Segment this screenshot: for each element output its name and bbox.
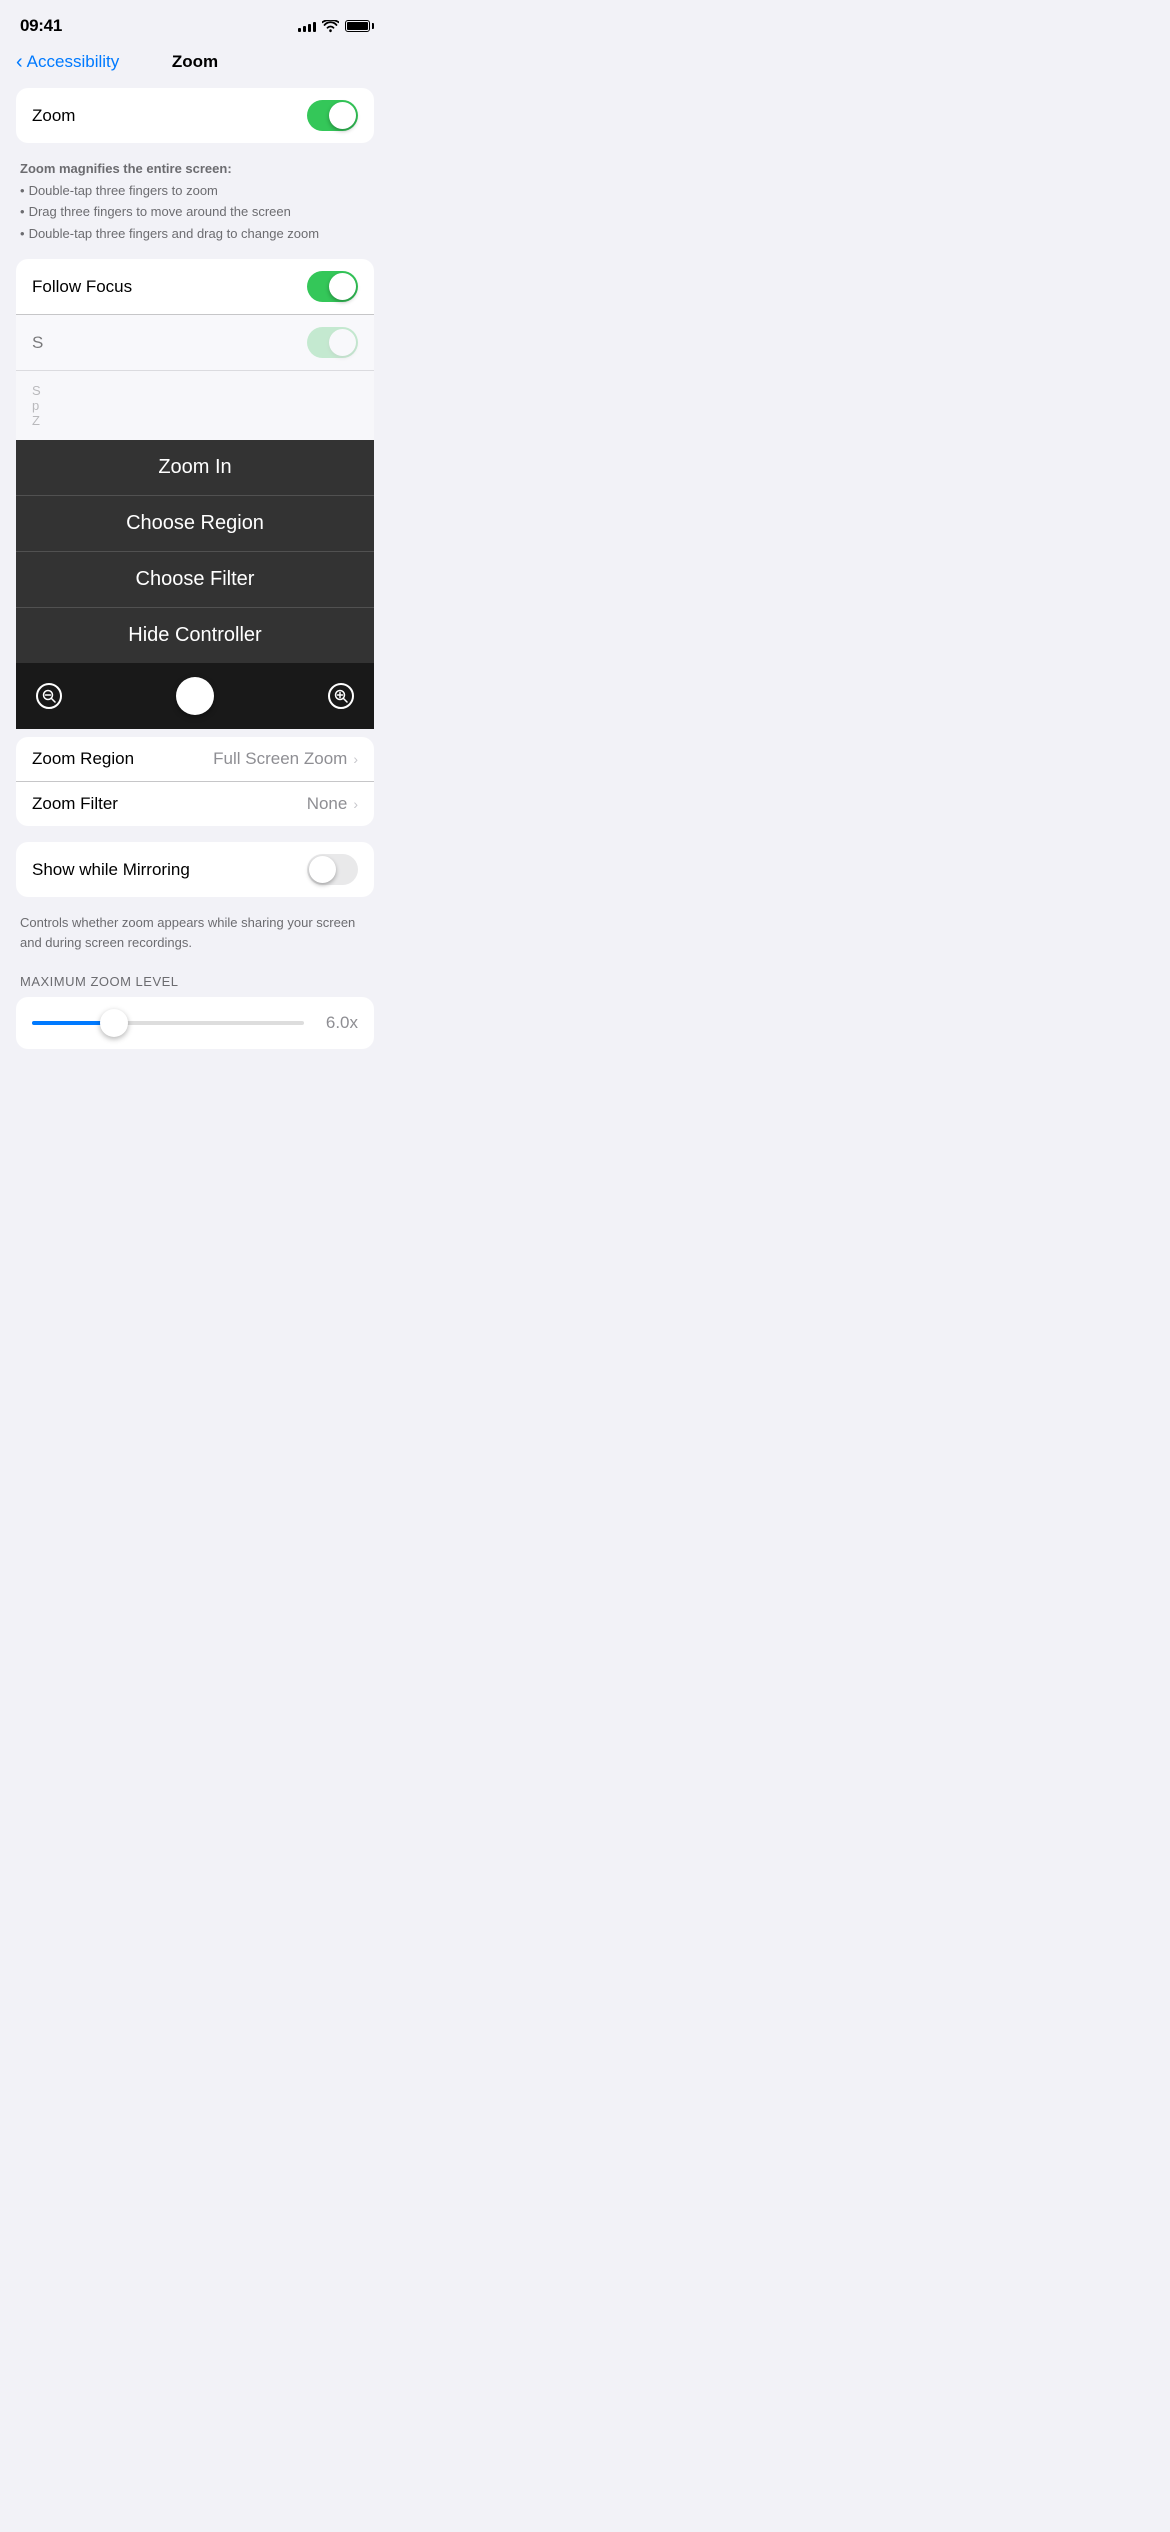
zoom-description: Zoom magnifies the entire screen: • Doub…	[0, 151, 390, 259]
zoom-region-row[interactable]: Zoom Region Full Screen Zoom ›	[16, 737, 374, 782]
zoom-level-slider-card: 6.0x	[16, 997, 374, 1049]
zoom-filter-value: None ›	[307, 794, 358, 814]
zoom-in-icon[interactable]	[328, 683, 354, 709]
mirroring-label: Show while Mirroring	[32, 860, 190, 880]
partial-row-2: SpZ	[16, 371, 374, 440]
zoom-toggle-row: Zoom	[16, 88, 374, 143]
slider-row: 6.0x	[32, 1013, 358, 1033]
zoom-toggle-card: Zoom	[16, 88, 374, 143]
zoom-options-card: Zoom Region Full Screen Zoom › Zoom Filt…	[16, 737, 374, 826]
chevron-right-icon: ›	[353, 751, 358, 767]
choose-region-item[interactable]: Choose Region	[16, 496, 374, 552]
nav-header: ‹ Accessibility Zoom	[0, 44, 390, 88]
status-time: 09:41	[20, 16, 62, 36]
toggle-thumb	[329, 273, 356, 300]
follow-focus-row: Follow Focus	[16, 259, 374, 314]
back-button[interactable]: ‹ Accessibility	[16, 52, 119, 72]
zoom-level-value: 6.0x	[316, 1013, 358, 1033]
hide-controller-item[interactable]: Hide Controller	[16, 608, 374, 663]
zoom-region-label: Zoom Region	[32, 749, 134, 769]
zoom-thumb[interactable]	[176, 677, 214, 715]
mirroring-row: Show while Mirroring	[16, 842, 374, 897]
slider-track	[32, 1021, 304, 1025]
toggle-thumb	[329, 102, 356, 129]
mirroring-toggle[interactable]	[307, 854, 358, 885]
chevron-right-icon-2: ›	[353, 796, 358, 812]
signal-icon	[298, 20, 316, 32]
zoom-filter-row[interactable]: Zoom Filter None ›	[16, 782, 374, 826]
choose-filter-item[interactable]: Choose Filter	[16, 552, 374, 608]
bullet-1: • Double-tap three fingers to zoom	[20, 181, 370, 201]
page-title: Zoom	[172, 52, 218, 72]
slider-track-wrapper	[32, 1021, 304, 1025]
zoom-toggle[interactable]	[307, 100, 358, 131]
zoom-filter-label: Zoom Filter	[32, 794, 118, 814]
partial-row-1: S	[16, 315, 374, 371]
battery-icon	[345, 20, 370, 32]
bullet-2: • Drag three fingers to move around the …	[20, 202, 370, 222]
zoom-toggle-label: Zoom	[32, 106, 75, 126]
zoom-slider-bar	[16, 663, 374, 729]
context-menu: Zoom In Choose Region Choose Filter Hide…	[16, 440, 374, 729]
mirroring-card: Show while Mirroring	[16, 842, 374, 897]
back-label: Accessibility	[27, 52, 120, 72]
toggle-thumb	[309, 856, 336, 883]
zoom-in-item[interactable]: Zoom In	[16, 440, 374, 496]
slider-thumb[interactable]	[100, 1009, 128, 1037]
zoom-region-value: Full Screen Zoom ›	[213, 749, 358, 769]
mirroring-description: Controls whether zoom appears while shar…	[0, 905, 390, 968]
bullet-3: • Double-tap three fingers and drag to c…	[20, 224, 370, 244]
chevron-left-icon: ‹	[16, 52, 23, 72]
status-icons	[298, 20, 370, 33]
description-heading: Zoom magnifies the entire screen:	[20, 161, 232, 176]
follow-focus-label: Follow Focus	[32, 277, 132, 297]
follow-focus-toggle[interactable]	[307, 271, 358, 302]
wifi-icon	[322, 20, 339, 33]
max-zoom-section-label: MAXIMUM ZOOM LEVEL	[0, 968, 390, 997]
status-bar: 09:41	[0, 0, 390, 44]
zoom-out-icon[interactable]	[36, 683, 62, 709]
